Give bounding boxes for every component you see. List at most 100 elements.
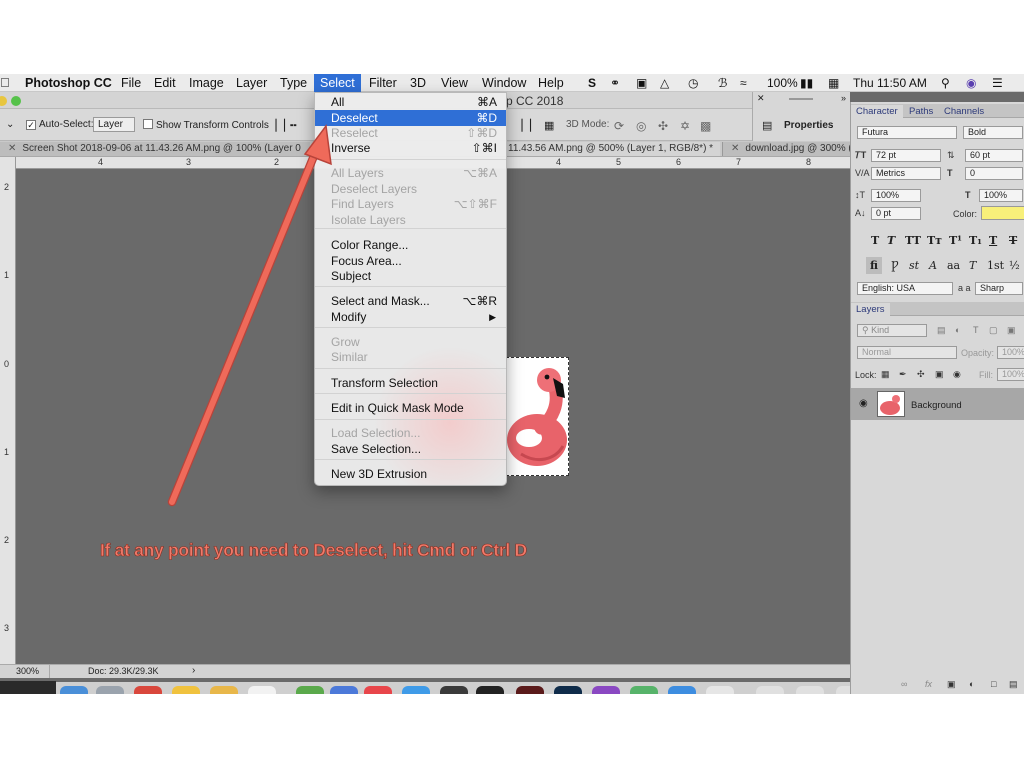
old-style-icon[interactable]: Ƿ <box>891 259 899 272</box>
menu-item-focus-area[interactable]: Focus Area... <box>315 253 506 269</box>
tab-paths[interactable]: Paths <box>904 105 938 118</box>
properties-button[interactable]: Properties <box>784 120 833 131</box>
fill-field[interactable]: 100% <box>997 368 1024 381</box>
auto-select-checkbox[interactable]: ✓ Auto-Select: <box>26 119 93 130</box>
filter-type-icon[interactable]: T <box>973 325 979 335</box>
dock-photos-icon[interactable] <box>172 686 200 694</box>
menu-item-color-range[interactable]: Color Range... <box>315 237 506 253</box>
tab-channels[interactable]: Channels <box>939 105 989 118</box>
underline-icon[interactable]: T <box>989 234 997 247</box>
status-chevron-icon[interactable]: › <box>192 665 195 676</box>
layer-filter-dropdown[interactable]: ⚲ Kind <box>857 324 927 337</box>
menu-file[interactable]: File <box>121 75 141 91</box>
menu-item-edit-in-quick-mask-mode[interactable]: Edit in Quick Mask Mode <box>315 400 506 416</box>
panel-grip[interactable] <box>789 98 813 100</box>
mirror-display-icon[interactable]: ▣ <box>636 75 647 91</box>
titling-icon[interactable]: aa <box>947 259 960 272</box>
tracking-field[interactable]: 0 <box>965 167 1023 180</box>
menu-3d[interactable]: 3D <box>410 75 426 91</box>
ornaments-icon[interactable]: T <box>969 259 976 272</box>
tab-layers[interactable]: Layers <box>851 303 890 316</box>
font-size-field[interactable]: 72 pt <box>871 149 941 162</box>
strikethrough-icon[interactable]: T <box>1009 234 1017 247</box>
baseline-shift-field[interactable]: 0 pt <box>871 207 921 220</box>
new-layer-icon[interactable]: ▤ <box>1009 679 1018 690</box>
faux-bold-icon[interactable]: T <box>871 234 879 247</box>
dock-numbers-icon[interactable] <box>296 686 324 694</box>
dock-documents-icon[interactable] <box>796 686 824 694</box>
filter-pixel-icon[interactable]: ▤ <box>937 325 946 336</box>
tab-screenshot-1[interactable]: ✕ Screen Shot 2018-09-06 at 11.43.26 AM.p… <box>0 142 310 156</box>
dock-messages-icon[interactable] <box>630 686 658 694</box>
menu-item-save-selection[interactable]: Save Selection... <box>315 441 506 457</box>
tab-character[interactable]: Character <box>851 105 903 118</box>
lock-image-icon[interactable]: ✒ <box>899 369 907 380</box>
lock-transparent-icon[interactable]: ▦ <box>881 369 890 380</box>
subscript-icon[interactable]: T₁ <box>969 234 982 247</box>
dock-keynote-icon[interactable] <box>330 686 358 694</box>
dock-app-icon-7[interactable] <box>706 686 734 694</box>
kerning-field[interactable]: Metrics <box>871 167 941 180</box>
distribute-icon[interactable]: ▕▕ <box>514 119 531 132</box>
menu-item-new-3d-extrusion[interactable]: New 3D Extrusion <box>315 466 506 482</box>
menu-item-inverse[interactable]: Inverse ⇧⌘I <box>315 140 506 156</box>
menu-layer[interactable]: Layer <box>236 75 267 91</box>
vertical-scale-field[interactable]: 100% <box>871 189 921 202</box>
3d-slide-icon[interactable]: ✡ <box>680 119 690 133</box>
lock-artboard-icon[interactable]: ▣ <box>935 369 944 380</box>
3d-drag-icon[interactable]: ✣ <box>658 119 668 133</box>
auto-select-dropdown[interactable]: Layer <box>93 117 135 132</box>
fractions-icon[interactable]: ½ <box>1009 259 1020 272</box>
menu-item-load-selection[interactable]: Load Selection... <box>315 425 506 441</box>
menu-edit[interactable]: Edit <box>154 75 176 91</box>
menu-item-deselect-layers[interactable]: Deselect Layers <box>315 181 506 197</box>
dock-app-icon-6[interactable] <box>668 686 696 694</box>
dock-textedit-icon[interactable] <box>248 686 276 694</box>
layer-style-icon[interactable]: fx <box>925 679 932 689</box>
font-style-dropdown[interactable]: Bold <box>963 126 1023 139</box>
dock-app-icon[interactable] <box>134 686 162 694</box>
adjustment-layer-icon[interactable]: ◐ <box>969 679 974 689</box>
menu-item-isolate-layers[interactable]: Isolate Layers <box>315 212 506 228</box>
creative-cloud-icon[interactable]: ⚭ <box>610 75 620 91</box>
notification-center-icon[interactable]: ☰ <box>992 75 1003 91</box>
all-caps-icon[interactable]: TT <box>905 234 921 247</box>
time-machine-icon[interactable]: ◷ <box>688 75 698 91</box>
calendar-icon[interactable]: ▦ <box>828 75 839 91</box>
spotlight-search-icon[interactable]: ⚲ <box>941 75 950 91</box>
apple-icon[interactable]:  <box>0 75 10 91</box>
ligatures-icon[interactable]: fi <box>866 257 882 274</box>
app-menu[interactable]: Photoshop CC <box>25 75 112 91</box>
menu-item-reselect[interactable]: Reselect ⇧⌘D <box>315 125 506 141</box>
arrange-icon[interactable]: ▦ <box>544 119 554 132</box>
language-dropdown[interactable]: English: USA <box>857 282 953 295</box>
minimize-window-icon[interactable] <box>0 96 7 106</box>
layer-visibility-eye-icon[interactable]: ◉ <box>859 398 868 409</box>
menu-item-grow[interactable]: Grow <box>315 334 506 350</box>
swash-icon[interactable]: st <box>909 259 919 272</box>
dock-app-icon-4[interactable] <box>516 686 544 694</box>
zoom-window-icon[interactable] <box>11 96 21 106</box>
alternates-icon[interactable]: A <box>929 259 937 272</box>
menu-item-all[interactable]: All ⌘A <box>315 94 506 110</box>
dock-photoshop-icon[interactable] <box>554 686 582 694</box>
new-group-icon[interactable]: □ <box>991 679 996 689</box>
battery-icon[interactable]: ▮▮ <box>800 75 813 91</box>
layer-row-background[interactable]: ◉ Background <box>851 388 1024 420</box>
menu-view[interactable]: View <box>441 75 468 91</box>
dock-music-icon[interactable] <box>364 686 392 694</box>
small-caps-icon[interactable]: Tт <box>927 234 942 247</box>
link-layers-icon[interactable]: ∞ <box>901 679 907 689</box>
document-size[interactable]: Doc: 29.3K/29.3K <box>88 666 159 676</box>
collapse-panel-icon[interactable]: » <box>841 93 846 103</box>
font-family-dropdown[interactable]: Futura <box>857 126 957 139</box>
menu-filter[interactable]: Filter <box>369 75 397 91</box>
superscript-icon[interactable]: T¹ <box>949 234 962 247</box>
dock-launchpad-icon[interactable] <box>96 686 124 694</box>
status-s-icon[interactable]: S <box>588 75 596 91</box>
dock-appstore-icon[interactable] <box>402 686 430 694</box>
menu-window[interactable]: Window <box>482 75 526 91</box>
menu-item-find-layers[interactable]: Find Layers ⌥⇧⌘F <box>315 196 506 212</box>
leading-field[interactable]: 60 pt <box>965 149 1023 162</box>
menu-item-similar[interactable]: Similar <box>315 349 506 365</box>
